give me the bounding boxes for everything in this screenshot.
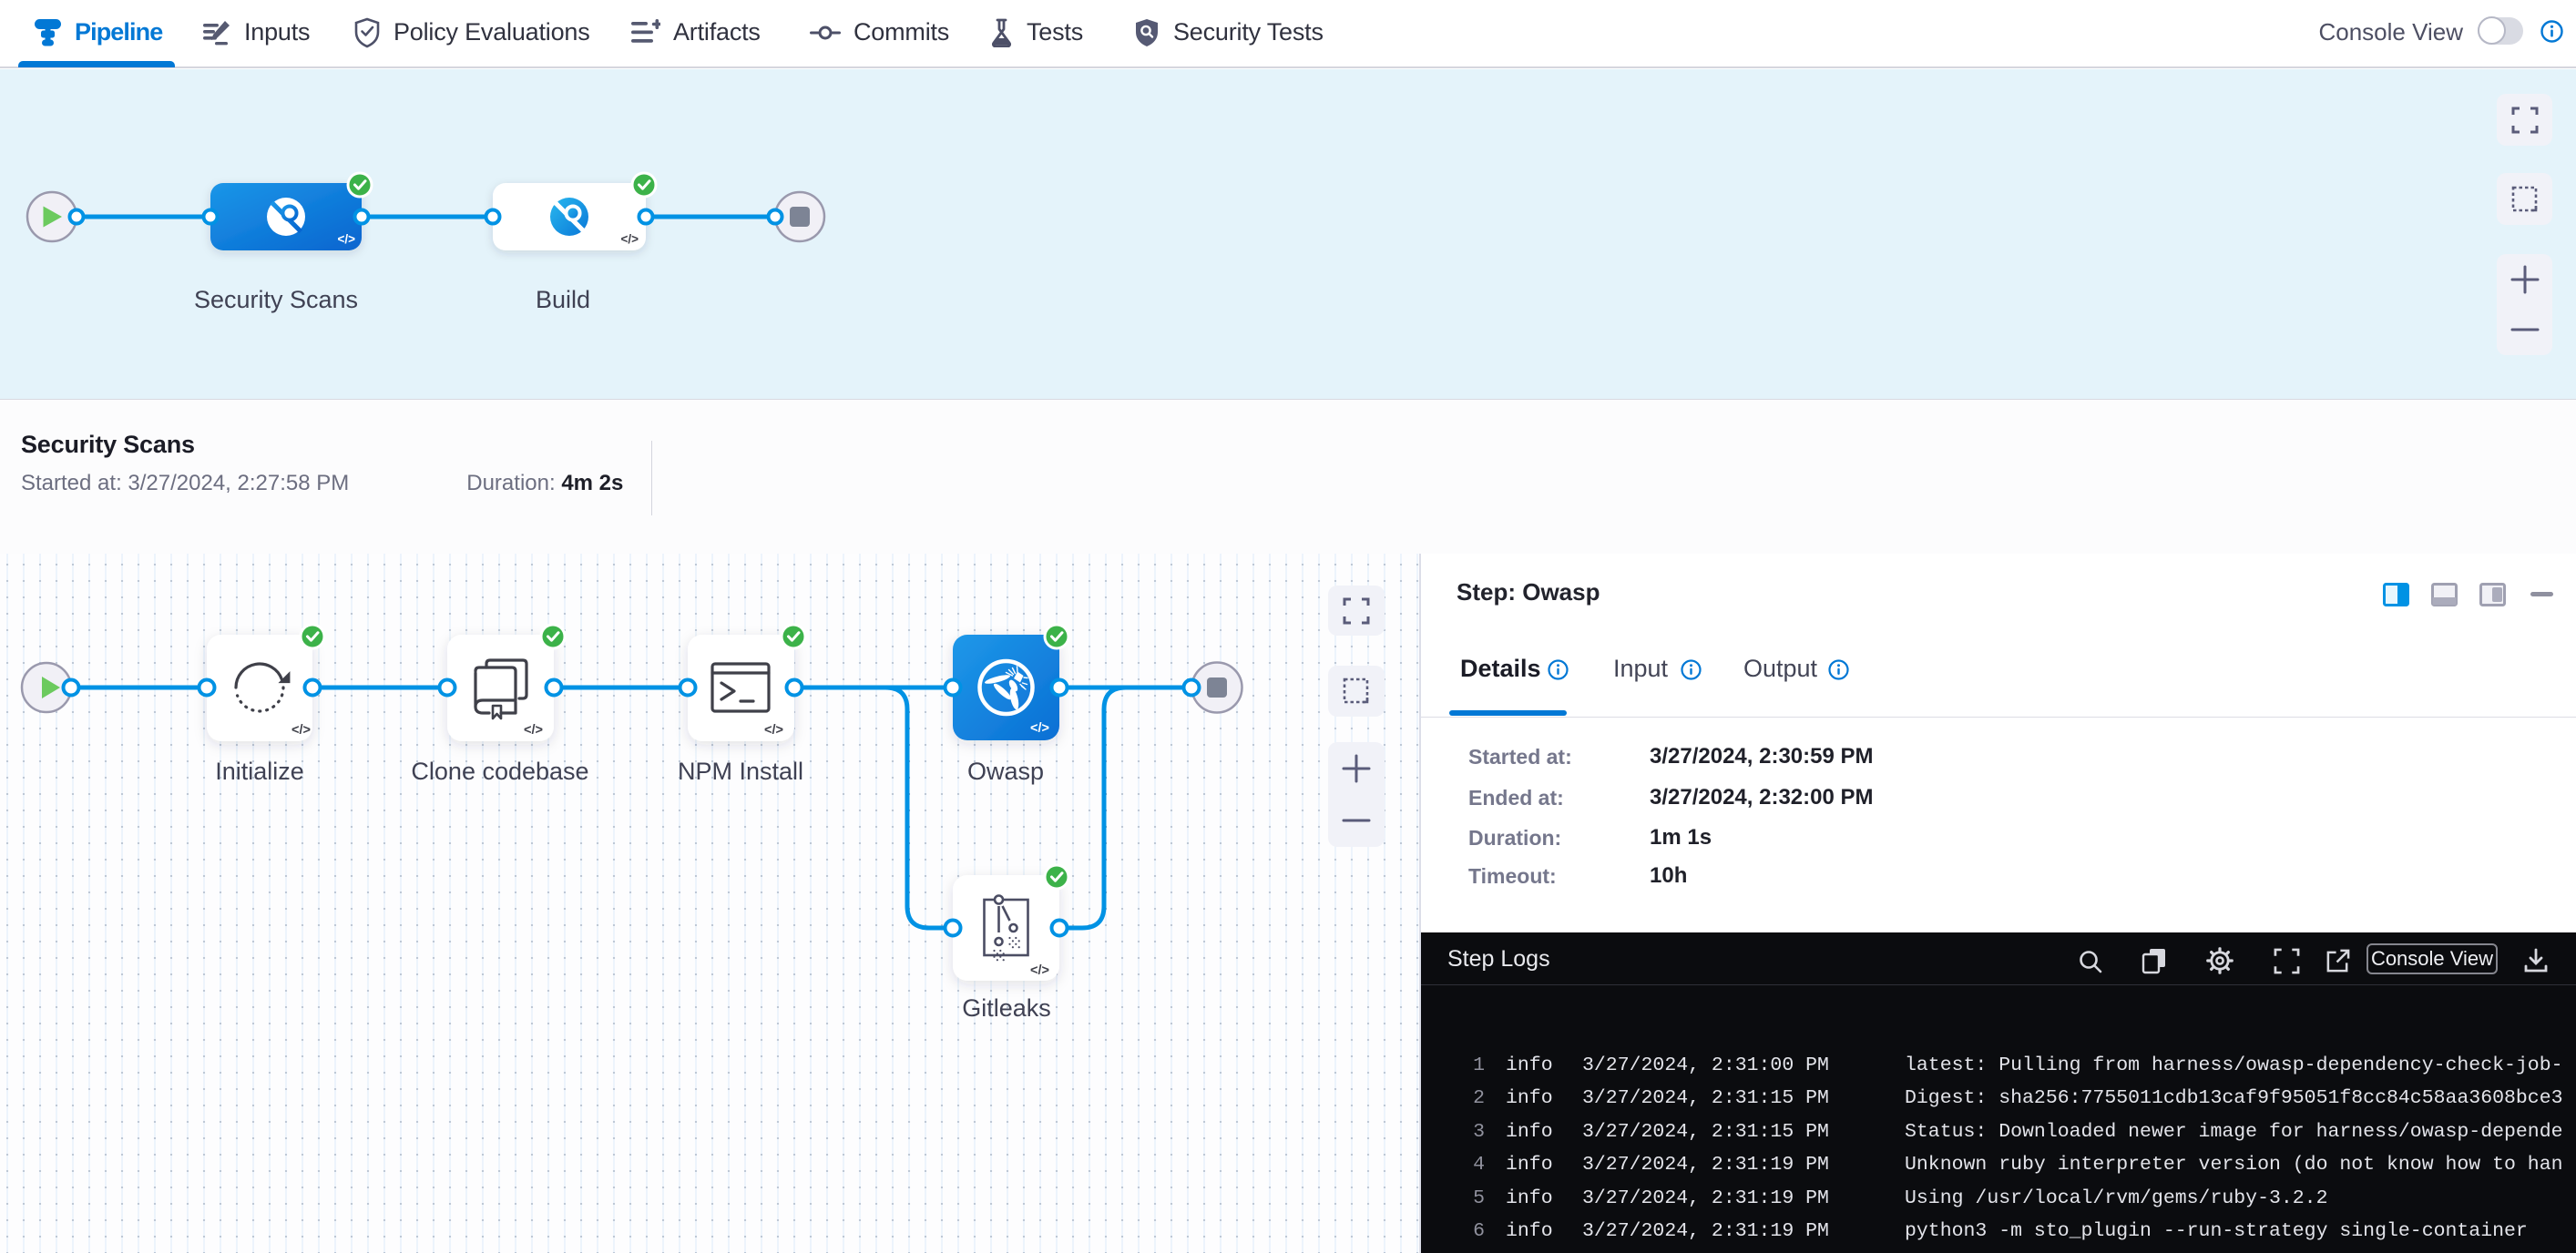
svg-text:</>: </> [1030,721,1049,736]
svg-text:</>: </> [337,232,355,246]
svg-text:</>: </> [764,723,783,738]
svg-text:</>: </> [1030,963,1049,978]
svg-text:</>: </> [620,232,639,246]
svg-text:</>: </> [291,723,311,738]
svg-text:</>: </> [524,723,543,738]
